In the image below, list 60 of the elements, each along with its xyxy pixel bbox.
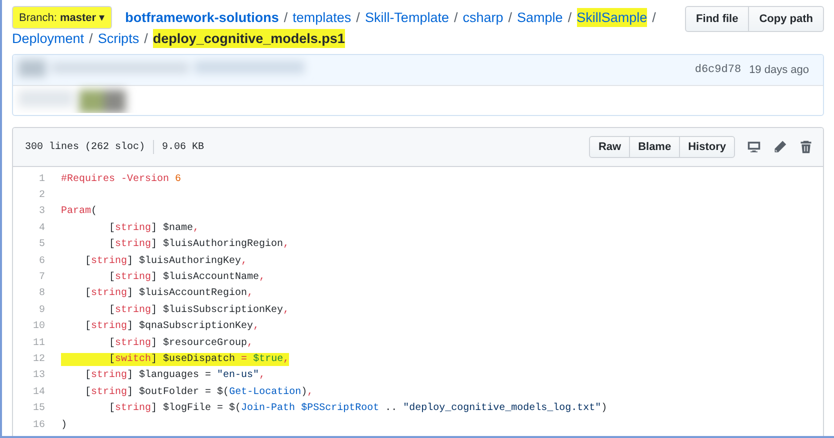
file-button[interactable]: Blame <box>629 136 680 158</box>
line-number: 6 <box>38 256 45 267</box>
code-line: [string] $luisAuthoringRegion, <box>108 238 290 252</box>
code-line: [string] $qnaSubscriptionKey, <box>84 320 260 334</box>
path-separator: / <box>284 9 288 27</box>
path-separator: / <box>508 9 512 27</box>
line-number: 7 <box>38 272 45 284</box>
code-line: [string] $resourceGroup, <box>108 336 254 350</box>
code-line: [string] $logFile = $(Join-Path $PSScriptRoot .. "deploy_cognitive_models_log.txt") <box>108 402 608 416</box>
desktop-icon[interactable] <box>747 140 761 154</box>
file-size: 9.06 KB <box>162 142 204 152</box>
line-number: 15 <box>32 403 45 414</box>
line-number: 4 <box>38 222 45 234</box>
path-button[interactable]: Find file <box>685 6 750 32</box>
code-line: [string] $name, <box>108 222 200 235</box>
line-number: 14 <box>32 386 45 398</box>
path-link[interactable]: Sample <box>517 8 563 27</box>
trash-icon[interactable] <box>799 140 813 154</box>
line-number: 13 <box>32 370 45 382</box>
path-separator: / <box>652 9 656 27</box>
commit-age: 19 days ago <box>749 64 809 76</box>
line-number: 11 <box>32 338 45 349</box>
code-line: ) <box>61 418 68 432</box>
code-line: [string] $luisAccountName, <box>108 271 266 284</box>
line-number: 16 <box>32 420 45 431</box>
path-separator: / <box>356 9 360 27</box>
branch-selector[interactable]: Branch: master ▾ <box>12 6 112 29</box>
file-button[interactable]: Raw <box>589 136 630 158</box>
line-number: 2 <box>38 190 45 202</box>
line-number: 9 <box>38 304 45 316</box>
file-name[interactable]: deploy_cognitive_models.ps1 <box>152 29 345 48</box>
path-link[interactable]: templates <box>292 8 352 27</box>
repo-link[interactable]: botframework-solutions <box>125 8 279 27</box>
line-number: 1 <box>38 174 45 185</box>
commit-sha[interactable]: d6c9d78 <box>694 64 742 76</box>
line-number: 8 <box>38 288 45 300</box>
code-line: [string] $outFolder = $(Get-Location), <box>84 386 314 399</box>
code-line: Param( <box>61 205 98 218</box>
code-line: #Requires -Version 6 <box>61 172 182 186</box>
code-line: [string] $luisAccountRegion, <box>84 287 254 300</box>
code-line: [string] $luisAuthoringKey, <box>84 254 248 268</box>
path-separator: / <box>454 9 458 27</box>
path-button[interactable]: Copy path <box>748 6 824 32</box>
code-line: [string] $languages = "en-us", <box>84 369 266 382</box>
path-link[interactable]: Scripts <box>98 29 140 48</box>
code-line: [string] $luisSubscriptionKey, <box>108 304 290 317</box>
line-number: 12 <box>32 354 45 365</box>
line-number: 5 <box>38 239 45 250</box>
path-separator: / <box>568 9 572 27</box>
line-number: 3 <box>38 206 45 218</box>
path-separator: / <box>144 30 148 48</box>
path-separator: / <box>89 30 93 48</box>
path-link[interactable]: csharp <box>462 8 504 27</box>
path-link[interactable]: Deployment <box>12 29 84 48</box>
line-count: 300 lines (262 sloc) <box>25 142 146 152</box>
path-link[interactable]: Skill-Template <box>364 8 449 27</box>
pencil-icon[interactable] <box>773 140 787 154</box>
path-link[interactable]: SkillSample <box>576 8 648 27</box>
line-number: 10 <box>32 321 45 332</box>
file-button[interactable]: History <box>679 136 735 158</box>
